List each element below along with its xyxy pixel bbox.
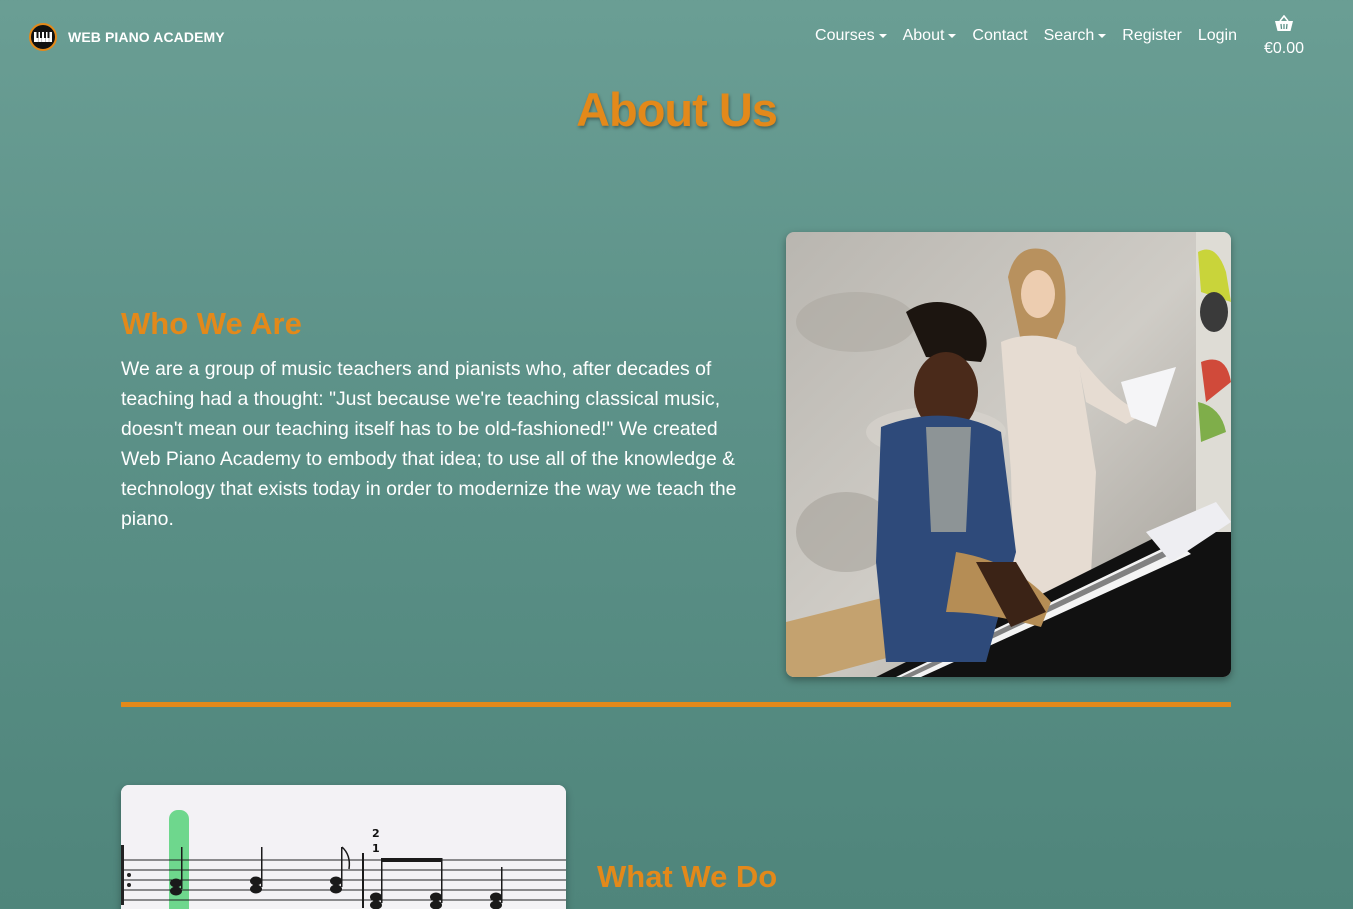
cart-total: €0.00 xyxy=(1263,40,1305,57)
nav-contact[interactable]: Contact xyxy=(972,27,1027,45)
nav-contact-label: Contact xyxy=(972,27,1028,44)
who-we-are-text: We are a group of music teachers and pia… xyxy=(121,358,737,530)
teacher-student-photo xyxy=(786,232,1231,677)
nav-search-label: Search xyxy=(1043,27,1095,44)
section-divider xyxy=(121,702,1231,707)
chevron-down-icon xyxy=(878,34,887,38)
page-title: About Us xyxy=(576,83,778,136)
nav-about-label: About xyxy=(902,27,945,44)
chevron-down-icon xyxy=(1098,34,1107,38)
nav-login-label: Login xyxy=(1197,27,1237,44)
brand-name: WEB PIANO ACADEMY xyxy=(68,29,225,45)
nav-search[interactable]: Search xyxy=(1044,27,1107,45)
brand-link[interactable]: WEB PIANO ACADEMY xyxy=(29,23,225,51)
piano-keys-icon xyxy=(29,23,57,51)
cart-link[interactable]: €0.00 xyxy=(1258,14,1310,58)
svg-text:1: 1 xyxy=(372,842,380,855)
nav-courses-label: Courses xyxy=(815,27,875,44)
nav-login[interactable]: Login xyxy=(1198,27,1237,45)
nav-register-label: Register xyxy=(1122,27,1182,44)
nav-links: Courses About Contact Search Register Lo… xyxy=(799,27,1237,45)
nav-courses[interactable]: Courses xyxy=(815,27,887,45)
svg-text:2: 2 xyxy=(372,827,380,840)
chevron-down-icon xyxy=(948,34,957,38)
sheet-music-image: 2 1 xyxy=(121,785,566,909)
nav-about[interactable]: About xyxy=(903,27,957,45)
navbar: WEB PIANO ACADEMY Courses About Contact … xyxy=(0,0,1353,76)
nav-register[interactable]: Register xyxy=(1122,27,1182,45)
what-we-do-heading: What We Do xyxy=(597,859,778,894)
basket-icon xyxy=(1274,14,1294,36)
who-we-are-heading: Who We Are xyxy=(121,306,302,341)
